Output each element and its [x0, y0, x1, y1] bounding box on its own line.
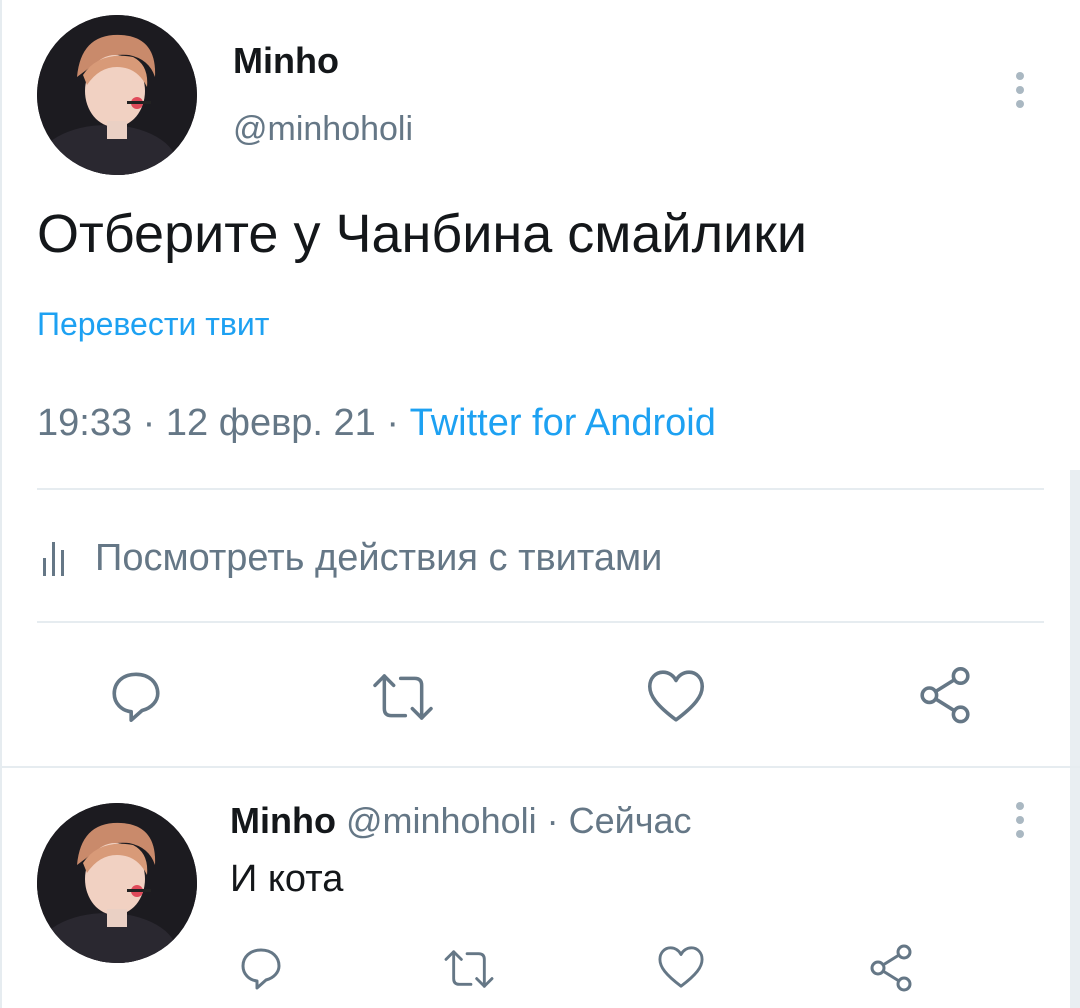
more-options-icon[interactable]: [1008, 802, 1032, 846]
reply-header: Minho @minhoholi · Сейчас: [230, 800, 692, 842]
avatar-photo: [37, 803, 197, 963]
divider: [37, 621, 1044, 623]
retweet-icon[interactable]: [440, 946, 498, 992]
section-divider: [0, 766, 1080, 768]
share-icon[interactable]: [915, 664, 975, 724]
scrollbar-track[interactable]: [1070, 470, 1080, 1008]
tweet-source-link[interactable]: Twitter for Android: [410, 402, 716, 444]
tweet-text: Отберите у Чанбина смайлики: [37, 204, 808, 264]
analytics-icon: [43, 542, 64, 576]
reply-text: И кота: [230, 858, 344, 900]
view-tweet-activity[interactable]: Посмотреть действия с твитами: [37, 536, 662, 580]
avatar[interactable]: [37, 15, 197, 175]
analytics-label: Посмотреть действия с твитами: [95, 536, 663, 579]
like-icon[interactable]: [656, 944, 706, 990]
more-options-icon[interactable]: [1008, 72, 1032, 116]
reply-avatar[interactable]: [37, 803, 197, 963]
tweet-meta: 19:33 · 12 февр. 21 · Twitter for Androi…: [37, 402, 716, 445]
translate-tweet-link[interactable]: Перевести твит: [37, 306, 269, 343]
retweet-icon[interactable]: [368, 669, 438, 725]
reply-time: Сейчас: [568, 800, 692, 841]
like-icon[interactable]: [645, 667, 707, 725]
tweet-date: 12 февр. 21: [165, 402, 376, 444]
reply-author-name[interactable]: Minho: [230, 800, 336, 841]
left-border: [0, 0, 2, 1008]
reply-author-handle[interactable]: @minhoholi: [346, 800, 537, 841]
reply-separator: ·: [536, 800, 569, 841]
share-icon[interactable]: [866, 942, 916, 992]
reply-icon[interactable]: [237, 944, 285, 992]
reply-icon[interactable]: [107, 667, 165, 725]
tweet-time: 19:33: [37, 402, 133, 444]
divider: [37, 488, 1044, 490]
author-name[interactable]: Minho: [233, 40, 339, 82]
meta-separator: ·: [375, 402, 410, 444]
avatar-photo: [37, 15, 197, 175]
author-handle[interactable]: @minhoholi: [233, 110, 413, 149]
meta-separator: ·: [132, 402, 166, 444]
